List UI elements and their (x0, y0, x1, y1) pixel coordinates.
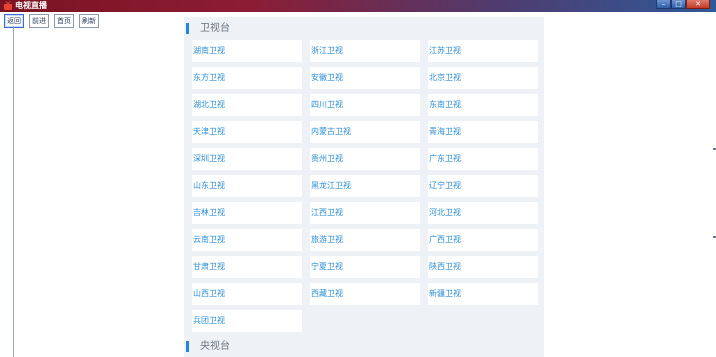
forward-button[interactable]: 前进 (29, 14, 49, 28)
channel-link[interactable]: 西藏卫视 (310, 283, 420, 305)
window-title: 电视直播 (15, 1, 47, 10)
section-title: 央视台 (200, 341, 230, 352)
maximize-icon[interactable]: □ (671, 0, 686, 9)
channel-link[interactable]: 甘肃卫视 (192, 256, 302, 278)
channel-link[interactable]: 山东卫视 (192, 175, 302, 197)
channel-link[interactable]: 新疆卫视 (428, 283, 538, 305)
minimize-icon[interactable]: – (656, 0, 671, 9)
channel-link[interactable]: 江苏卫视 (428, 40, 538, 62)
channel-link[interactable]: 河北卫视 (428, 202, 538, 224)
section-title: 卫视台 (200, 23, 230, 34)
channel-link[interactable]: 黑龙江卫视 (310, 175, 420, 197)
channel-link[interactable]: 江西卫视 (310, 202, 420, 224)
home-button[interactable]: 首页 (54, 14, 74, 28)
channel-link[interactable]: 云南卫视 (192, 229, 302, 251)
channel-link[interactable]: 旅游卫视 (310, 229, 420, 251)
channel-link[interactable]: 宁夏卫视 (310, 256, 420, 278)
channel-link[interactable]: 广西卫视 (428, 229, 538, 251)
channel-link[interactable]: 山西卫视 (192, 283, 302, 305)
close-icon[interactable]: ✕ (686, 0, 710, 9)
navigation-toolbar: 返回 前进 首页 刷新 (4, 14, 99, 28)
channel-link[interactable]: 东南卫视 (428, 94, 538, 116)
channel-link[interactable]: 内蒙古卫视 (310, 121, 420, 143)
tv-app-icon (4, 1, 12, 10)
refresh-button[interactable]: 刷新 (79, 14, 99, 28)
channel-link[interactable]: 湖北卫视 (192, 94, 302, 116)
channel-link[interactable]: 浙江卫视 (310, 40, 420, 62)
channel-link[interactable]: 四川卫视 (310, 94, 420, 116)
back-button[interactable]: 返回 (4, 14, 24, 28)
channel-link[interactable]: 北京卫视 (428, 67, 538, 89)
channel-link[interactable]: 吉林卫视 (192, 202, 302, 224)
channel-link[interactable]: 青海卫视 (428, 121, 538, 143)
satellite-channel-grid: 湖南卫视 浙江卫视 江苏卫视 东方卫视 安徽卫视 北京卫视 湖北卫视 四川卫视 … (192, 40, 542, 332)
title-bar: 电视直播 – □ ✕ (0, 0, 716, 12)
channel-link[interactable]: 贵州卫视 (310, 148, 420, 170)
channel-panel: 卫视台 湖南卫视 浙江卫视 江苏卫视 东方卫视 安徽卫视 北京卫视 湖北卫视 四… (184, 17, 544, 357)
channel-link[interactable]: 湖南卫视 (192, 40, 302, 62)
channel-link[interactable]: 辽宁卫视 (428, 175, 538, 197)
channel-link[interactable]: 陕西卫视 (428, 256, 538, 278)
channel-link[interactable]: 天津卫视 (192, 121, 302, 143)
channel-link[interactable]: 安徽卫视 (310, 67, 420, 89)
channel-link[interactable]: 广东卫视 (428, 148, 538, 170)
channel-link[interactable]: 兵团卫视 (192, 310, 302, 332)
left-border (13, 26, 14, 357)
channel-link[interactable]: 深圳卫视 (192, 148, 302, 170)
channel-link[interactable]: 东方卫视 (192, 67, 302, 89)
section-marker (186, 23, 189, 34)
section-marker (186, 341, 189, 352)
window-controls: – □ ✕ (656, 0, 710, 10)
